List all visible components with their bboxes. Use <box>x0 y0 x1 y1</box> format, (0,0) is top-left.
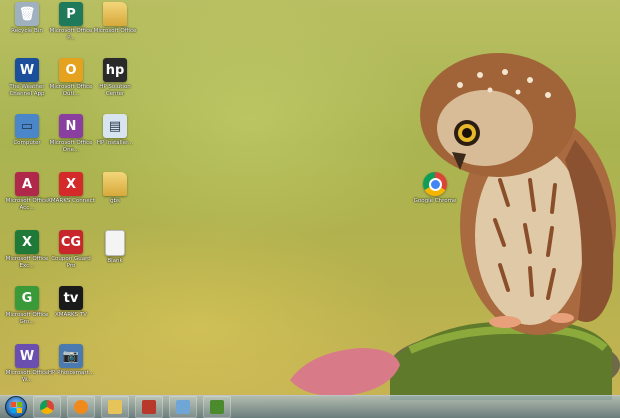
photo-icon <box>142 400 156 414</box>
tv-icon: tv <box>59 286 83 310</box>
hp-icon: hp <box>103 58 127 82</box>
desktop-icon-label: Microsoft Office Outl... <box>49 84 93 97</box>
desktop-icon-label: XMARKS Connect <box>47 198 95 204</box>
windows-logo-icon <box>10 401 22 413</box>
desktop-icon-label: Microsoft Office P... <box>49 28 93 41</box>
icon-computer[interactable]: ▭ Computer <box>2 114 52 170</box>
groove-icon: G <box>15 286 39 310</box>
taskbar <box>0 395 620 418</box>
icon-office-outlook[interactable]: O Microsoft Office Outl... <box>46 58 96 114</box>
paper-icon <box>176 400 190 414</box>
chrome-icon <box>40 400 54 414</box>
desktop-icon-label: Microsoft Office W... <box>5 370 49 383</box>
taskbar-chrome[interactable] <box>33 396 61 418</box>
desktop-icon-label: HP Photosmart... <box>47 370 95 376</box>
taskbar-paper-app[interactable] <box>169 396 197 418</box>
folder-icon <box>103 172 127 196</box>
icon-hp-installer[interactable]: ▤ HP Installer... <box>90 114 140 170</box>
icon-office-publisher[interactable]: P Microsoft Office P... <box>46 2 96 58</box>
x-icon: X <box>59 172 83 196</box>
taskbar-minecraft[interactable] <box>203 396 231 418</box>
outlook-icon: O <box>59 58 83 82</box>
desktop-icon-label: HP Solution Center <box>99 84 131 97</box>
icon-hp-solution-center[interactable]: hp HP Solution Center <box>90 58 140 114</box>
taskbar-pinned-apps <box>27 396 231 418</box>
icon-weather-channel[interactable]: W The Weather Channel App <box>2 58 52 114</box>
icon-coupon-guard[interactable]: CG Coupon Guard Pro <box>46 230 96 286</box>
desktop-icon-label: Coupon Guard Pro <box>51 256 91 269</box>
desktop-icon-label: Microsoft Office One... <box>49 140 93 153</box>
icon-gbs-folder[interactable]: gbs <box>90 172 140 228</box>
cg-icon: CG <box>59 230 83 254</box>
icon-xtv[interactable]: tv XMARKS TV <box>46 286 96 342</box>
folder-icon <box>108 400 122 414</box>
icon-blank-document[interactable]: Blank <box>90 230 140 286</box>
icon-hp-photosmart[interactable]: 📷 HP Photosmart... <box>46 344 96 400</box>
icon-office-groove[interactable]: G Microsoft Office Gro... <box>2 286 52 342</box>
desktop-icon-label: The Weather Channel App <box>9 84 45 97</box>
word-icon: W <box>15 344 39 368</box>
icon-google-chrome[interactable]: Google Chrome <box>410 172 460 228</box>
desktop[interactable]: 🗑 Recycle Bin P Microsoft Office P... Micros… <box>0 0 620 418</box>
desktop-icon-label: gbs <box>110 198 120 204</box>
desktop-icon-label: HP Installer... <box>96 140 134 146</box>
weather-icon: W <box>15 58 39 82</box>
taskbar-photo-app[interactable] <box>135 396 163 418</box>
onenote-icon: N <box>59 114 83 138</box>
window-icon: ▤ <box>103 114 127 138</box>
minecraft-icon <box>210 400 224 414</box>
computer-icon: ▭ <box>15 114 39 138</box>
desktop-icon-label: XMARKS TV <box>54 312 88 318</box>
icon-xmarks-connect[interactable]: X XMARKS Connect <box>46 172 96 228</box>
taskbar-explorer[interactable] <box>101 396 129 418</box>
desktop-icon-label: Computer <box>13 140 41 146</box>
desktop-icon-label: Microsoft Office Acc... <box>5 198 49 211</box>
icon-office-word[interactable]: W Microsoft Office W... <box>2 344 52 400</box>
desktop-icon-label: Microsoft Office Exc... <box>5 256 49 269</box>
icon-recycle-bin[interactable]: 🗑 Recycle Bin <box>2 2 52 58</box>
document-icon <box>105 230 125 256</box>
icon-office-folder[interactable]: Microsoft Office <box>90 2 140 58</box>
access-icon: A <box>15 172 39 196</box>
excel-icon: X <box>15 230 39 254</box>
trash-icon: 🗑 <box>15 2 39 26</box>
desktop-icon-label: Microsoft Office <box>93 28 137 34</box>
start-button[interactable] <box>5 396 27 418</box>
publisher-icon: P <box>59 2 83 26</box>
icon-office-access[interactable]: A Microsoft Office Acc... <box>2 172 52 228</box>
icon-office-excel[interactable]: X Microsoft Office Exc... <box>2 230 52 286</box>
desktop-icon-label: Microsoft Office Gro... <box>5 312 49 325</box>
desktop-icon-label: Blank <box>107 258 123 264</box>
desktop-icon-label: Google Chrome <box>413 198 457 204</box>
icon-office-onenote[interactable]: N Microsoft Office One... <box>46 114 96 170</box>
folder-icon <box>103 2 127 26</box>
desktop-icon-label: Recycle Bin <box>11 28 43 34</box>
photosmart-icon: 📷 <box>59 344 83 368</box>
media-player-icon <box>74 400 88 414</box>
taskbar-media-player[interactable] <box>67 396 95 418</box>
chrome-icon <box>423 172 447 196</box>
